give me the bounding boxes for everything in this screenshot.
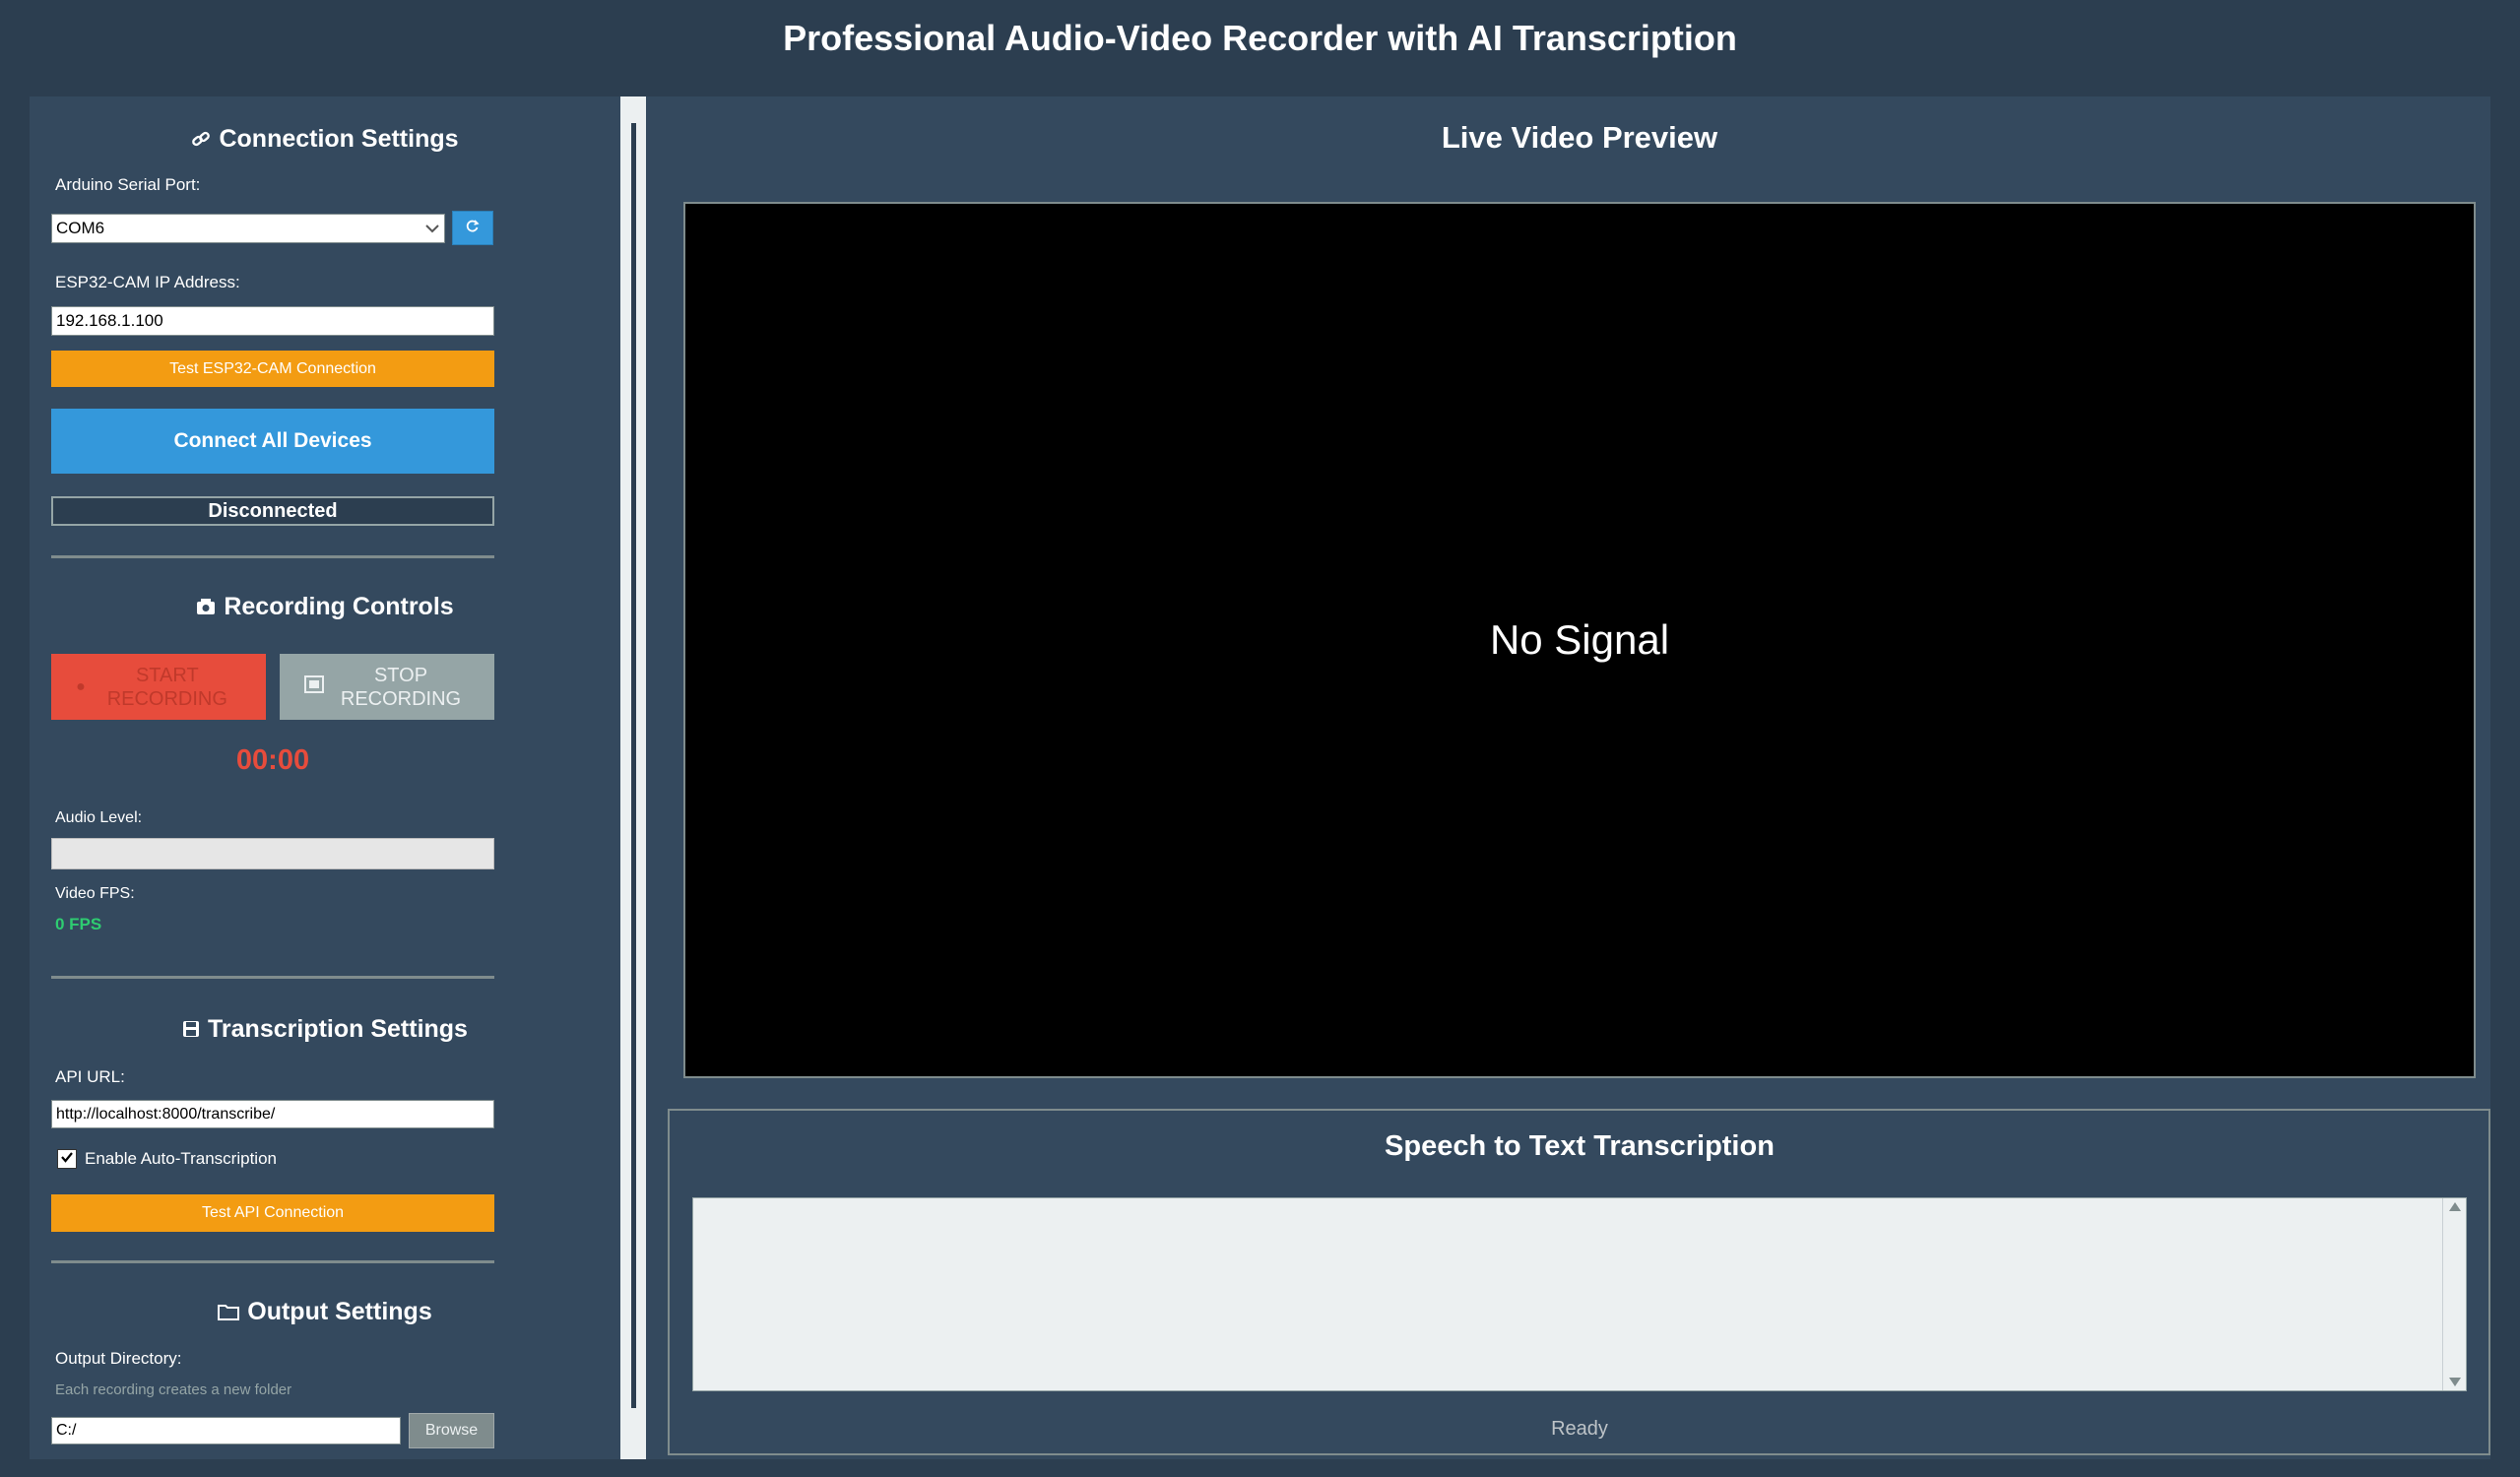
esp-ip-field[interactable]: 192.168.1.100 (51, 306, 494, 336)
connection-settings-title: Connection Settings (219, 124, 459, 153)
settings-scrollbar-thumb[interactable] (631, 123, 636, 1408)
auto-transcription-toggle[interactable]: Enable Auto-Transcription (57, 1149, 277, 1169)
test-esp-button[interactable]: Test ESP32-CAM Connection (51, 351, 494, 387)
auto-transcription-label: Enable Auto-Transcription (85, 1149, 277, 1168)
chevron-down-icon (424, 219, 440, 238)
app-title: Professional Audio-Video Recorder with A… (783, 18, 1737, 58)
transcription-settings-title: Transcription Settings (208, 1014, 468, 1043)
transcription-settings-header: Transcription Settings (30, 1011, 620, 1047)
recording-controls-title: Recording Controls (224, 592, 454, 620)
stop-recording-label: STOP RECORDING (340, 664, 462, 710)
record-dot-icon: ● (76, 677, 86, 695)
status-bar: Ready (1551, 1418, 1608, 1440)
folder-icon (218, 1303, 240, 1320)
api-url-label: API URL: (55, 1067, 125, 1086)
video-fps-label: Video FPS: (55, 885, 135, 902)
output-directory-hint: Each recording creates a new folder (55, 1381, 292, 1398)
audio-level-label: Audio Level: (55, 809, 143, 826)
connect-all-button[interactable]: Connect All Devices (51, 409, 494, 474)
auto-transcription-checkbox[interactable] (57, 1149, 77, 1169)
scroll-down-arrow-icon[interactable] (2449, 1378, 2461, 1386)
serial-port-label: Arduino Serial Port: (55, 175, 201, 194)
start-recording-label: START RECORDING (106, 664, 227, 710)
video-fps-value: 0 FPS (55, 915, 102, 933)
start-recording-button[interactable]: ● START RECORDING (51, 654, 266, 720)
stop-recording-button[interactable]: STOP RECORDING (280, 654, 494, 720)
connection-status: Disconnected (51, 496, 494, 526)
checkmark-icon (60, 1150, 74, 1169)
browse-button[interactable]: Browse (409, 1413, 494, 1448)
refresh-icon (466, 219, 480, 237)
serial-port-select[interactable]: COM6 (51, 214, 445, 243)
recording-timer: 00:00 (235, 744, 310, 776)
transcription-title: Speech to Text Transcription (1385, 1130, 1775, 1162)
esp-ip-label: ESP32-CAM IP Address: (55, 273, 240, 291)
transcription-scrollbar[interactable] (2442, 1198, 2466, 1390)
video-camera-icon (196, 598, 216, 615)
scroll-up-arrow-icon[interactable] (2449, 1202, 2461, 1211)
video-placeholder: No Signal (1489, 616, 1670, 663)
output-directory-label: Output Directory: (55, 1349, 182, 1368)
video-preview-title: Live Video Preview (1441, 120, 1718, 155)
link-icon (191, 129, 211, 149)
recording-controls-header: Recording Controls (30, 589, 620, 624)
divider (51, 1260, 494, 1263)
output-settings-header: Output Settings (30, 1294, 620, 1329)
output-directory-field[interactable]: C:/ (51, 1417, 401, 1445)
audio-level-meter (51, 838, 494, 869)
stop-square-icon (304, 674, 324, 699)
test-api-button[interactable]: Test API Connection (51, 1194, 494, 1232)
api-url-field[interactable]: http://localhost:8000/transcribe/ (51, 1100, 494, 1128)
connection-settings-header: Connection Settings (30, 121, 620, 157)
transcription-text-area[interactable] (692, 1197, 2467, 1391)
video-preview: No Signal (683, 202, 2476, 1078)
output-settings-title: Output Settings (247, 1297, 432, 1325)
divider (51, 976, 494, 979)
settings-panel (30, 96, 620, 1459)
refresh-ports-button[interactable] (452, 211, 493, 245)
save-icon (182, 1020, 200, 1038)
serial-port-value: COM6 (56, 219, 105, 237)
divider (51, 555, 494, 558)
